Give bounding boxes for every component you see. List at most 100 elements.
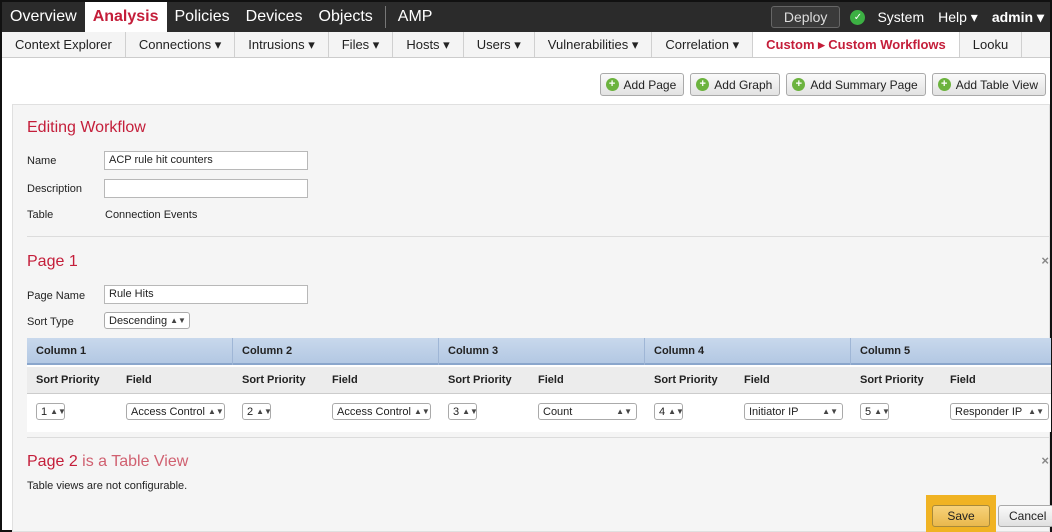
workflow-name-input[interactable]: ACP rule hit counters xyxy=(104,151,308,170)
deploy-button[interactable]: Deploy xyxy=(770,6,841,28)
health-check-icon[interactable]: ✓ xyxy=(850,9,866,25)
plus-icon: + xyxy=(605,78,619,91)
column-5-header: Column 5 xyxy=(860,345,911,357)
column-3-header: Column 3 xyxy=(439,338,645,365)
nav-analysis[interactable]: Analysis xyxy=(84,2,167,32)
nav-admin-menu[interactable]: admin ▾ xyxy=(992,9,1044,26)
workflow-actions: + Add Page + Add Graph + Add Summary Page +… xyxy=(599,73,1046,96)
column-1-field-select[interactable]: Access Control ▲▼ xyxy=(126,403,225,420)
column-3-priority-select[interactable]: 3 ▲▼ xyxy=(448,403,477,420)
add-table-view-label: Add Table View xyxy=(955,77,1038,92)
column-4-priority-select[interactable]: 4 ▲▼ xyxy=(654,403,683,420)
column-2-field-select[interactable]: Access Control ▲▼ xyxy=(332,403,431,420)
nav-system[interactable]: System xyxy=(877,9,924,25)
subnav-lookup[interactable]: Looku xyxy=(960,32,1023,57)
subnav-intrusions[interactable]: Intrusions ▾ xyxy=(235,32,329,57)
field-value: Responder IP xyxy=(955,405,1023,418)
subnav-correlation[interactable]: Correlation ▾ xyxy=(652,32,754,57)
subnav-vulnerabilities[interactable]: Vulnerabilities ▾ xyxy=(535,32,653,57)
select-arrows-icon: ▲▼ xyxy=(1028,407,1044,416)
field-header: Field xyxy=(332,374,358,386)
field-value: Initiator IP xyxy=(749,405,799,418)
add-summary-page-button[interactable]: + Add Summary Page xyxy=(786,73,926,96)
nav-policies[interactable]: Policies xyxy=(167,2,238,32)
table-value: Connection Events xyxy=(105,209,198,221)
plus-icon: + xyxy=(696,78,710,91)
nav-overview[interactable]: Overview xyxy=(2,2,85,32)
subnav-users[interactable]: Users ▾ xyxy=(464,32,535,57)
cancel-button[interactable]: Cancel xyxy=(998,505,1052,527)
select-arrows-icon: ▲▼ xyxy=(50,407,65,416)
column-config-table: Column 1 Column 2 Column 3 Column 4 Colu… xyxy=(27,338,1051,432)
editing-workflow-title: Editing Workflow xyxy=(27,119,146,136)
nav-help[interactable]: Help ▾ xyxy=(938,9,978,26)
nav-devices[interactable]: Devices xyxy=(238,2,311,32)
sort-priority-header: Sort Priority xyxy=(654,374,718,386)
field-value: Access Control xyxy=(337,405,411,418)
section-divider xyxy=(27,236,1049,237)
column-3-field-select[interactable]: Count ▲▼ xyxy=(538,403,637,420)
name-label: Name xyxy=(27,155,57,167)
select-arrows-icon: ▲▼ xyxy=(207,407,224,416)
page1-title: Page 1 xyxy=(27,253,78,270)
subnav-files[interactable]: Files ▾ xyxy=(329,32,394,57)
sort-priority-header: Sort Priority xyxy=(36,374,100,386)
add-graph-label: Add Graph xyxy=(714,77,773,92)
sort-type-select[interactable]: Descending ▲▼ xyxy=(104,312,190,329)
plus-icon: + xyxy=(937,78,951,91)
page2-note: Table views are not configurable. xyxy=(27,480,188,492)
save-highlight: Save xyxy=(926,495,996,532)
field-value: Access Control xyxy=(131,405,205,418)
save-button[interactable]: Save xyxy=(932,505,990,527)
add-table-view-button[interactable]: + Add Table View xyxy=(931,73,1046,96)
add-summary-page-label: Add Summary Page xyxy=(810,77,918,92)
priority-value: 4 xyxy=(659,405,666,418)
add-page-label: Add Page xyxy=(623,77,677,92)
workflow-description-input[interactable] xyxy=(104,179,308,198)
column-2-priority-select[interactable]: 2 ▲▼ xyxy=(242,403,271,420)
subnav-custom-workflows[interactable]: Custom ▸ Custom Workflows xyxy=(753,32,960,57)
sort-priority-header: Sort Priority xyxy=(860,374,924,386)
field-value: Count xyxy=(543,405,573,418)
column-5-priority-select[interactable]: 5 ▲▼ xyxy=(860,403,889,420)
nav-objects[interactable]: Objects xyxy=(311,2,381,32)
select-arrows-icon: ▲▼ xyxy=(413,407,430,416)
subnav-context-explorer[interactable]: Context Explorer xyxy=(2,32,126,57)
column-2-header: Column 2 xyxy=(233,338,439,365)
page1-remove-icon[interactable]: × xyxy=(1041,253,1049,268)
page2-title-type: is a Table View xyxy=(82,453,189,470)
column-4-header: Column 4 xyxy=(645,338,851,365)
page-name-label: Page Name xyxy=(27,290,86,302)
add-page-button[interactable]: + Add Page xyxy=(599,73,685,96)
priority-value: 3 xyxy=(453,405,460,418)
column-4-field-select[interactable]: Initiator IP ▲▼ xyxy=(744,403,843,420)
select-arrows-icon: ▲▼ xyxy=(874,407,889,416)
field-header: Field xyxy=(744,374,770,386)
description-label: Description xyxy=(27,183,83,195)
column-1-priority-select[interactable]: 1 ▲▼ xyxy=(36,403,65,420)
subnav-connections[interactable]: Connections ▾ xyxy=(126,32,236,57)
nav-divider xyxy=(384,6,386,28)
select-arrows-icon: ▲▼ xyxy=(616,407,632,416)
column-5-field-select[interactable]: Responder IP ▲▼ xyxy=(950,403,1049,420)
add-graph-button[interactable]: + Add Graph xyxy=(690,73,781,96)
page-name-input[interactable]: Rule Hits xyxy=(104,285,308,304)
page2-remove-icon[interactable]: × xyxy=(1041,453,1049,468)
column-1-header: Column 1 xyxy=(27,338,233,365)
sort-priority-header: Sort Priority xyxy=(242,374,306,386)
nav-amp[interactable]: AMP xyxy=(390,2,441,32)
select-arrows-icon: ▲▼ xyxy=(462,407,477,416)
select-arrows-icon: ▲▼ xyxy=(170,316,186,325)
section-divider xyxy=(27,437,1049,438)
sub-nav-bar: Context Explorer Connections ▾ Intrusion… xyxy=(2,32,1050,58)
workflow-editor-panel: Editing Workflow Name ACP rule hit count… xyxy=(12,104,1051,532)
select-arrows-icon: ▲▼ xyxy=(668,407,683,416)
top-nav-bar: Overview Analysis Policies Devices Objec… xyxy=(2,2,1050,32)
field-header: Field xyxy=(126,374,152,386)
page2-title-main: Page 2 xyxy=(27,453,78,470)
column-header-row: Column 1 Column 2 Column 3 Column 4 Colu… xyxy=(27,338,1051,365)
subnav-hosts[interactable]: Hosts ▾ xyxy=(393,32,464,57)
sort-type-value: Descending xyxy=(109,314,168,327)
page2-title: Page 2 is a Table View xyxy=(27,453,188,471)
plus-icon: + xyxy=(792,78,806,91)
